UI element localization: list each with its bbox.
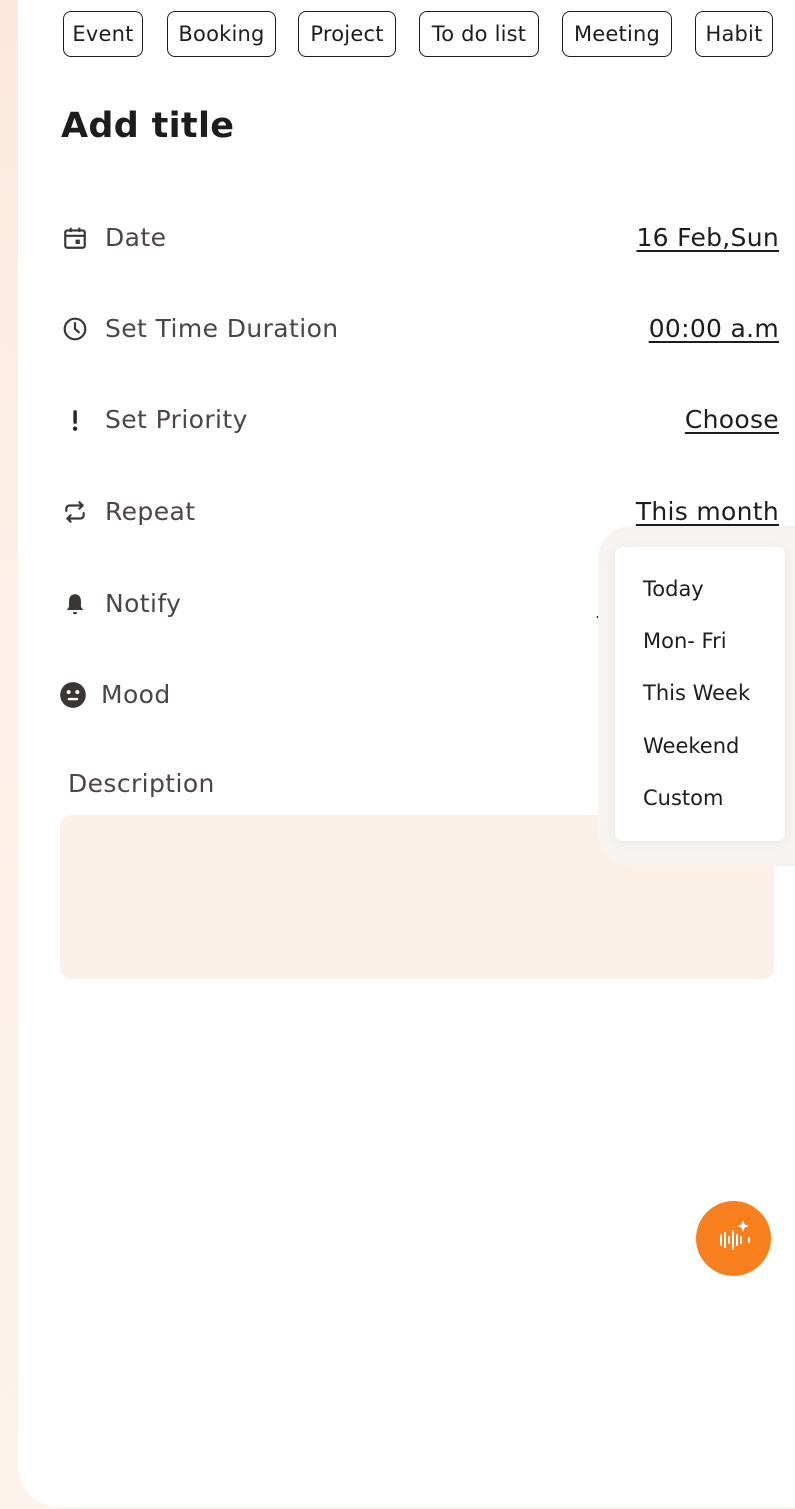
time-duration-value[interactable]: 00:00 a.m bbox=[649, 314, 779, 344]
date-label: Date bbox=[105, 223, 167, 252]
bell-icon bbox=[61, 590, 89, 618]
page-title[interactable]: Add title bbox=[61, 106, 234, 146]
notify-label: Notify bbox=[105, 589, 182, 618]
description-label: Description bbox=[68, 769, 215, 798]
repeat-icon bbox=[61, 498, 89, 526]
tab-event[interactable]: Event bbox=[63, 11, 143, 57]
mood-label: Mood bbox=[101, 680, 171, 709]
repeat-label: Repeat bbox=[105, 497, 196, 526]
tab-booking[interactable]: Booking bbox=[167, 11, 276, 57]
voice-sparkle-icon bbox=[710, 1213, 758, 1265]
date-value[interactable]: 16 Feb,Sun bbox=[636, 223, 779, 253]
dropdown-option-custom[interactable]: Custom bbox=[643, 786, 723, 810]
tab-to-do-list[interactable]: To do list bbox=[419, 11, 539, 57]
clock-icon bbox=[61, 315, 89, 343]
category-tabs: Event Booking Project To do list Meeting… bbox=[0, 11, 795, 61]
voice-assistant-button[interactable] bbox=[696, 1201, 771, 1276]
dropdown-option-mon-fri[interactable]: Mon- Fri bbox=[643, 629, 727, 653]
time-duration-label: Set Time Duration bbox=[105, 314, 339, 343]
tab-meeting[interactable]: Meeting bbox=[562, 11, 672, 57]
dropdown-option-this-week[interactable]: This Week bbox=[643, 681, 750, 705]
tab-project[interactable]: Project bbox=[298, 11, 396, 57]
neutral-face-icon bbox=[59, 681, 87, 709]
calendar-icon bbox=[61, 224, 89, 252]
dropdown-option-today[interactable]: Today bbox=[643, 577, 704, 601]
priority-value[interactable]: Choose bbox=[685, 405, 779, 435]
exclamation-icon bbox=[61, 406, 89, 434]
dropdown-option-weekend[interactable]: Weekend bbox=[643, 734, 739, 758]
tab-habit[interactable]: Habit bbox=[695, 11, 773, 57]
priority-label: Set Priority bbox=[105, 405, 248, 434]
repeat-value[interactable]: This month bbox=[636, 497, 779, 527]
repeat-dropdown: Today Mon- Fri This Week Weekend Custom bbox=[615, 547, 785, 841]
